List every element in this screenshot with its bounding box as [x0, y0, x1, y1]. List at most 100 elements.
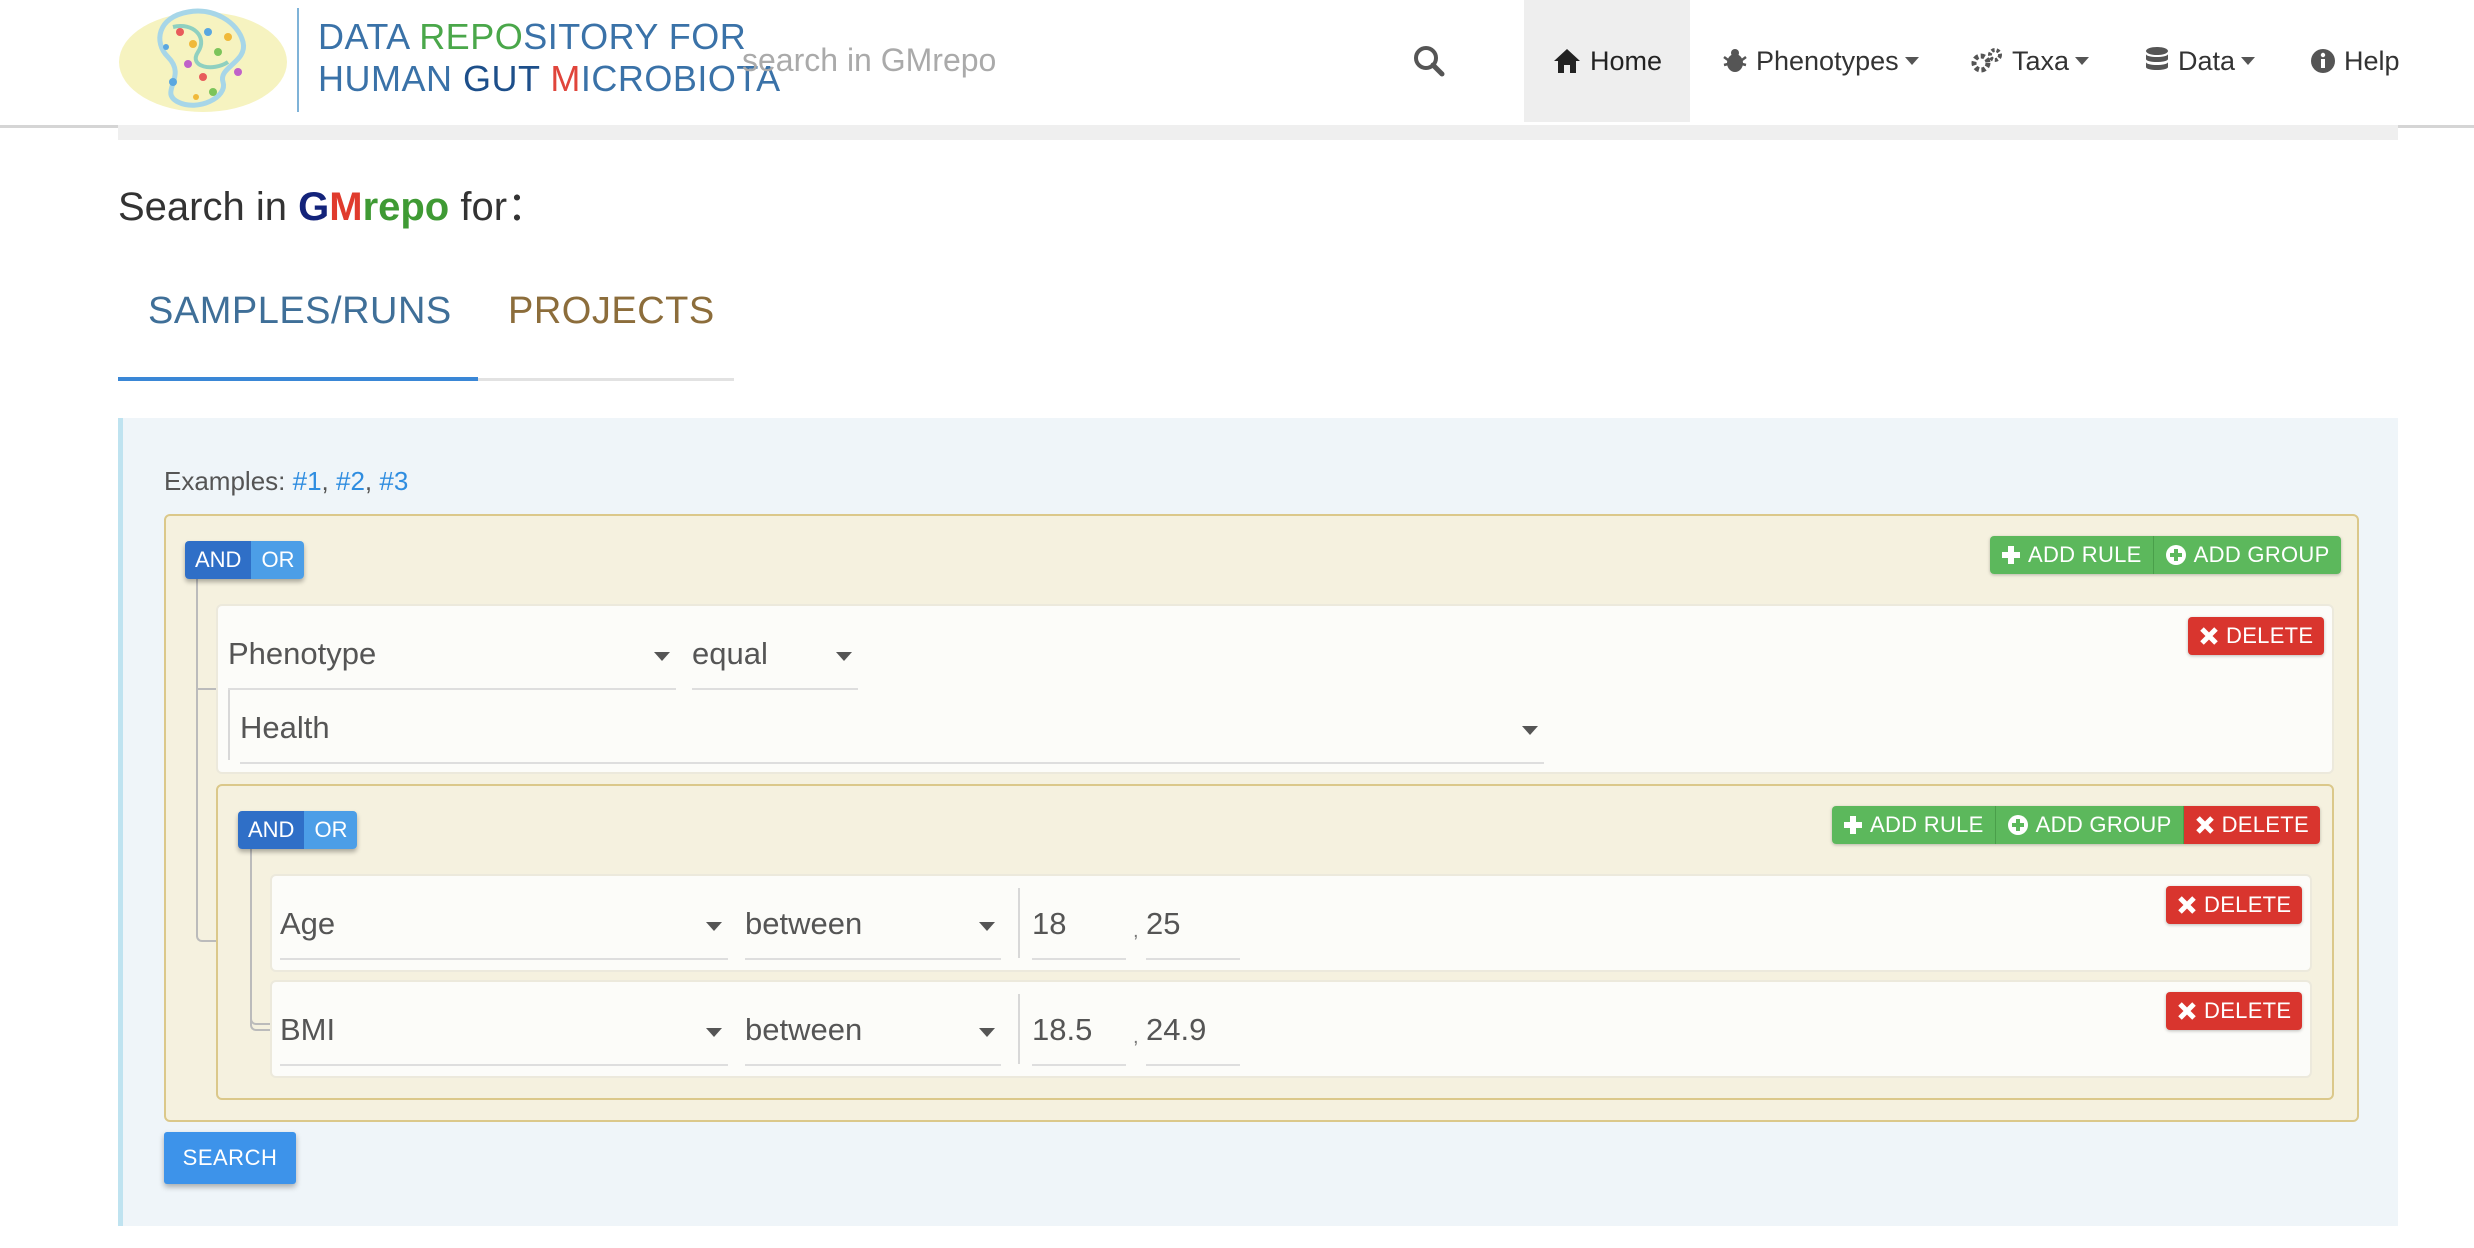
logo-divider	[297, 8, 299, 112]
database-icon	[2146, 47, 2168, 70]
nav-home-label: Home	[1589, 45, 1663, 76]
value-separator	[228, 690, 230, 760]
rule-operator-select[interactable]: between	[745, 1000, 1001, 1066]
gmrepo-logo[interactable]	[118, 2, 288, 116]
rule-field-value: BMI	[280, 1012, 336, 1047]
examples: Examples: #1, #2, #3	[164, 466, 409, 496]
rule-operator-value: equal	[692, 636, 768, 671]
example-link-2[interactable]: #2	[336, 466, 365, 496]
page-title: Search in GMrepo for：	[118, 174, 547, 232]
and-button[interactable]: AND	[185, 541, 252, 579]
delete-label: DELETE	[2221, 812, 2309, 837]
or-button[interactable]: OR	[304, 811, 358, 849]
nav-data[interactable]: Data	[2144, 0, 2256, 122]
range-to-input[interactable]: 25	[1146, 894, 1240, 960]
cogs-icon	[1971, 48, 2002, 73]
delete-rule-button[interactable]: DELETE	[2166, 886, 2303, 924]
nav-phenotypes[interactable]: Phenotypes	[1720, 0, 1919, 122]
delete-rule-button[interactable]: DELETE	[2166, 992, 2303, 1030]
add-group-label: ADD GROUP	[2193, 542, 2330, 567]
site-brand[interactable]: DATA REPOSITORY FOR HUMAN GUT MICROBIOTA	[318, 16, 781, 100]
add-rule-button[interactable]: ADD RULE	[1832, 806, 1996, 844]
range-from-input[interactable]: 18.5	[1032, 1000, 1126, 1066]
tab-samples-runs[interactable]: SAMPLES/RUNS	[148, 290, 452, 333]
add-rule-label: ADD RULE	[1870, 812, 1984, 837]
rule-value-select[interactable]: Health	[240, 698, 1544, 764]
condition-toggle-root: AND OR	[185, 541, 305, 579]
navbar: DATA REPOSITORY FOR HUMAN GUT MICROBIOTA…	[0, 0, 2474, 128]
add-group-button[interactable]: ADD GROUP	[2153, 536, 2341, 574]
chevron-down-icon	[706, 922, 722, 931]
chevron-down-icon	[654, 652, 670, 661]
active-tab-indicator	[118, 377, 478, 381]
chevron-down-icon	[836, 652, 852, 661]
search-tabs: SAMPLES/RUNS PROJECTS	[118, 262, 734, 381]
gmrepo-wordmark: G	[298, 185, 330, 229]
rule-field-select[interactable]: Phenotype	[228, 624, 676, 690]
chevron-down-icon	[979, 922, 995, 931]
home-icon	[1553, 49, 1580, 73]
range-from-input[interactable]: 18	[1032, 894, 1126, 960]
delete-label: DELETE	[2204, 998, 2292, 1023]
example-link-3[interactable]: #3	[379, 466, 408, 496]
rule-value: Health	[240, 710, 330, 745]
chevron-down-icon	[1904, 57, 1919, 65]
close-icon	[2195, 816, 2214, 834]
brand-text: SITORY FOR	[523, 16, 747, 57]
brand-text: DATA	[318, 16, 420, 57]
rule-operator-select[interactable]: equal	[692, 624, 858, 690]
add-rule-button[interactable]: ADD RULE	[1990, 536, 2154, 574]
brand-text: M	[550, 58, 581, 99]
plus-circle-icon	[2007, 815, 2028, 835]
close-icon	[2200, 627, 2218, 645]
bug-icon	[1723, 49, 1747, 72]
tab-projects[interactable]: PROJECTS	[508, 290, 715, 333]
nav-taxa[interactable]: Taxa	[1970, 0, 2090, 122]
value-separator	[1018, 994, 1020, 1064]
info-circle-icon	[2311, 49, 2335, 73]
plus-icon	[2002, 546, 2020, 564]
rule-field-select[interactable]: BMI	[280, 1000, 728, 1066]
subnav-bar	[118, 125, 2398, 140]
and-button[interactable]: AND	[238, 811, 305, 849]
plus-circle-icon	[2165, 545, 2186, 565]
delete-rule-button[interactable]: DELETE	[2188, 617, 2325, 655]
nav-home[interactable]: Home	[1524, 0, 1690, 122]
or-button[interactable]: OR	[251, 541, 305, 579]
nav-data-label: Data	[2178, 45, 2236, 76]
brand-text: REPO	[419, 16, 524, 57]
brand-line-1: DATA REPOSITORY FOR	[318, 16, 781, 58]
rule-field-select[interactable]: Age	[280, 894, 728, 960]
rule-field-value: Age	[280, 906, 336, 941]
rule-operator-value: between	[745, 906, 863, 941]
add-group-label: ADD GROUP	[2035, 812, 2172, 837]
delete-group-button[interactable]: DELETE	[2183, 806, 2320, 844]
range-to-input[interactable]: 24.9	[1146, 1000, 1240, 1066]
rule-field-value: Phenotype	[228, 636, 377, 671]
value-separator	[1018, 888, 1020, 958]
range-from-value: 18	[1032, 906, 1067, 941]
search-submit-button[interactable]: SEARCH	[164, 1132, 296, 1184]
chevron-down-icon	[979, 1028, 995, 1037]
chevron-down-icon	[706, 1028, 722, 1037]
nav-help[interactable]: Help	[2310, 0, 2400, 122]
nested-group-actions: ADD RULE ADD GROUP DELETE	[1832, 806, 2320, 844]
plus-icon	[1844, 816, 1862, 834]
example-link-1[interactable]: #1	[293, 466, 322, 496]
close-icon	[2178, 896, 2196, 914]
page-title-text: Search in	[118, 185, 299, 229]
chevron-down-icon	[2241, 57, 2256, 65]
delete-label: DELETE	[2204, 892, 2292, 917]
search-icon[interactable]	[1410, 42, 1450, 82]
gmrepo-wordmark: repo	[362, 185, 450, 229]
close-icon	[2178, 1002, 2196, 1020]
site-search-input[interactable]	[740, 30, 1404, 90]
add-rule-label: ADD RULE	[2028, 542, 2142, 567]
add-group-button[interactable]: ADD GROUP	[1995, 806, 2184, 844]
rule-operator-select[interactable]: between	[745, 894, 1001, 960]
brand-text: GUT	[463, 58, 551, 99]
examples-label: Examples:	[164, 466, 293, 496]
range-separator: ,	[1133, 1026, 1139, 1048]
root-group-actions: ADD RULE ADD GROUP	[1990, 536, 2341, 574]
chevron-down-icon	[1522, 726, 1538, 735]
